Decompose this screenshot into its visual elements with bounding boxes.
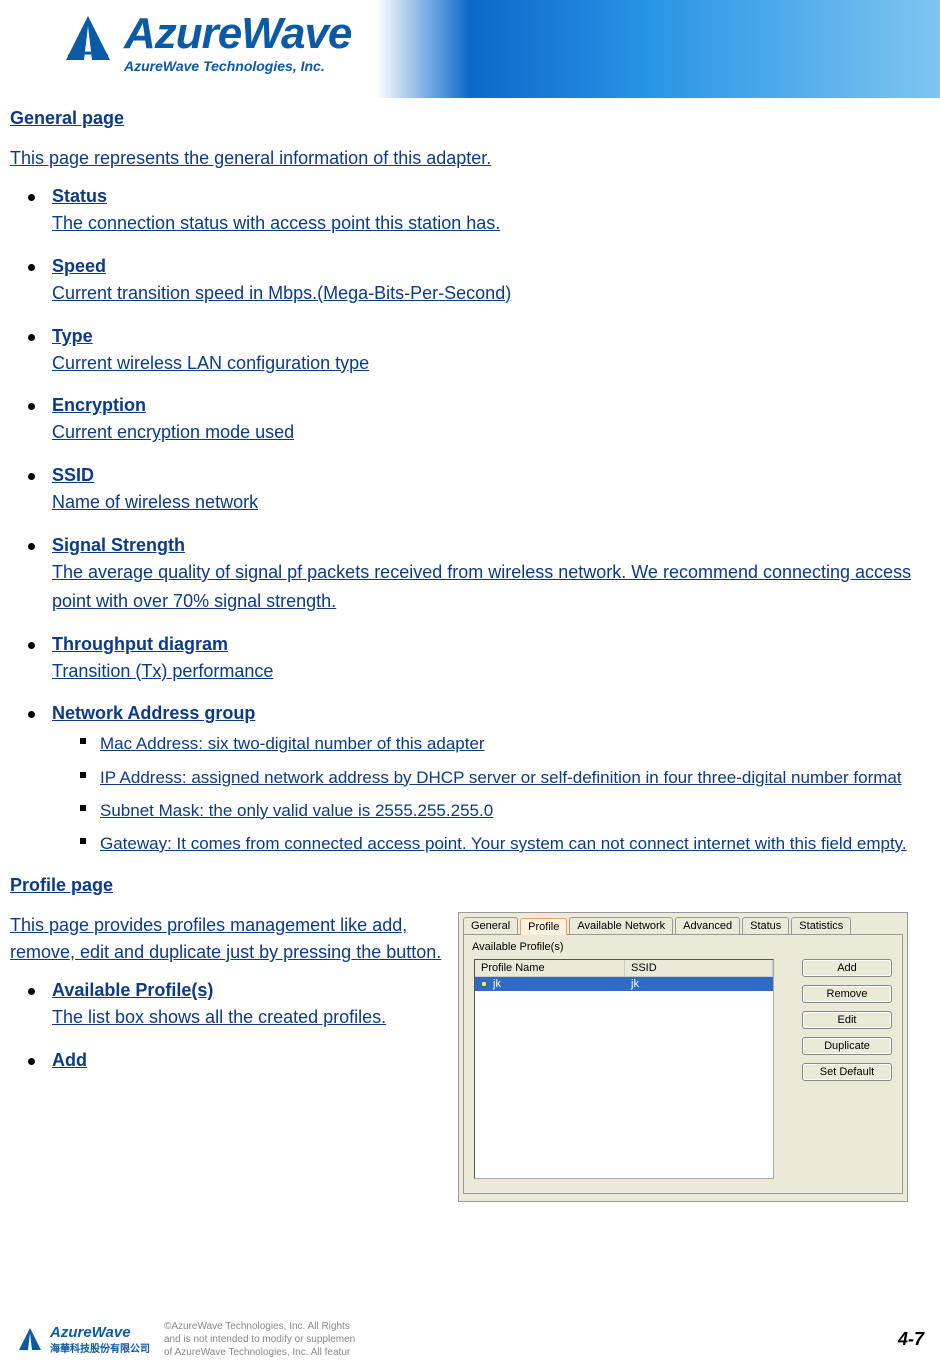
logo-mark-icon <box>60 12 116 68</box>
page-footer: AzureWave 海華科技股份有限公司 ©AzureWave Technolo… <box>0 1320 940 1359</box>
row-ssid: jk <box>625 977 773 991</box>
dialog-panel: Available Profile(s) Profile Name SSID j… <box>463 934 903 1194</box>
col-profile-name: Profile Name <box>475 960 625 976</box>
item-desc-type: Current wireless LAN configuration type <box>52 349 930 378</box>
general-page-heading: General page <box>10 108 930 129</box>
sub-ip: IP Address: assigned network address by … <box>100 768 902 787</box>
item-title-speed: Speed <box>52 256 106 277</box>
general-item-list: Status The connection status with access… <box>10 186 930 857</box>
item-desc-available-profiles: The list box shows all the created profi… <box>52 1003 450 1032</box>
item-title-encryption: Encryption <box>52 395 146 416</box>
item-title-netaddr: Network Address group <box>52 703 255 724</box>
tab-advanced[interactable]: Advanced <box>675 917 740 934</box>
profile-page-heading: Profile page <box>10 875 930 896</box>
footer-brand-name: AzureWave <box>50 1325 150 1340</box>
item-desc-ssid: Name of wireless network <box>52 488 930 517</box>
general-page-intro: This page represents the general informa… <box>10 145 930 172</box>
item-title-ssid: SSID <box>52 465 94 486</box>
page-number: 4-7 <box>898 1329 924 1350</box>
tab-statistics[interactable]: Statistics <box>791 917 851 934</box>
sub-gateway: Gateway: It comes from connected access … <box>100 834 907 853</box>
item-desc-encryption: Current encryption mode used <box>52 418 930 447</box>
item-title-signal: Signal Strength <box>52 535 185 556</box>
tab-available-network[interactable]: Available Network <box>569 917 673 934</box>
netaddr-sublist: Mac Address: six two-digital number of t… <box>52 730 930 857</box>
profile-item-list: Available Profile(s) The list box shows … <box>10 980 450 1071</box>
profile-listbox[interactable]: Profile Name SSID jk jk <box>474 959 774 1179</box>
brand-banner: AzureWave AzureWave Technologies, Inc. <box>0 0 940 98</box>
sub-mac: Mac Address: six two-digital number of t… <box>100 734 485 753</box>
tab-general[interactable]: General <box>463 917 518 934</box>
set-default-button[interactable]: Set Default <box>802 1063 892 1081</box>
item-title-add: Add <box>52 1050 87 1071</box>
duplicate-button[interactable]: Duplicate <box>802 1037 892 1055</box>
add-button[interactable]: Add <box>802 959 892 977</box>
footer-logo: AzureWave 海華科技股份有限公司 <box>16 1325 150 1355</box>
legal-line-2: and is not intended to modify or supplem… <box>164 1333 884 1346</box>
profile-dialog: General Profile Available Network Advanc… <box>458 912 908 1202</box>
list-header: Profile Name SSID <box>475 960 773 977</box>
brand-tagline: AzureWave Technologies, Inc. <box>124 58 351 74</box>
tab-profile[interactable]: Profile <box>520 918 567 935</box>
dialog-tabs: General Profile Available Network Advanc… <box>459 913 907 934</box>
col-ssid: SSID <box>625 960 773 976</box>
available-profiles-label: Available Profile(s) <box>472 941 894 953</box>
row-profile-name: jk <box>493 978 501 990</box>
edit-button[interactable]: Edit <box>802 1011 892 1029</box>
item-title-status: Status <box>52 186 107 207</box>
footer-brand-cn: 海華科技股份有限公司 <box>50 1340 150 1355</box>
legal-line-3: of AzureWave Technologies, Inc. All feat… <box>164 1346 884 1359</box>
footer-logo-mark-icon <box>16 1326 44 1354</box>
item-title-type: Type <box>52 326 93 347</box>
sub-subnet: Subnet Mask: the only valid value is 255… <box>100 801 493 820</box>
item-title-throughput: Throughput diagram <box>52 634 228 655</box>
item-desc-status: The connection status with access point … <box>52 209 930 238</box>
legal-line-1: ©AzureWave Technologies, Inc. All Rights <box>164 1320 884 1333</box>
item-title-available-profiles: Available Profile(s) <box>52 980 213 1001</box>
brand-name: AzureWave <box>124 12 351 56</box>
remove-button[interactable]: Remove <box>802 985 892 1003</box>
antenna-icon <box>479 979 489 989</box>
profile-page-intro: This page provides profiles management l… <box>10 912 450 966</box>
brand-logo: AzureWave AzureWave Technologies, Inc. <box>60 12 351 74</box>
list-row-selected[interactable]: jk jk <box>475 977 773 991</box>
item-desc-signal: The average quality of signal pf packets… <box>52 558 930 616</box>
item-desc-throughput: Transition (Tx) performance <box>52 657 930 686</box>
item-desc-speed: Current transition speed in Mbps.(Mega-B… <box>52 279 930 308</box>
footer-legal: ©AzureWave Technologies, Inc. All Rights… <box>164 1320 884 1359</box>
dialog-button-column: Add Remove Edit Duplicate Set Default <box>802 959 892 1081</box>
tab-status[interactable]: Status <box>742 917 789 934</box>
